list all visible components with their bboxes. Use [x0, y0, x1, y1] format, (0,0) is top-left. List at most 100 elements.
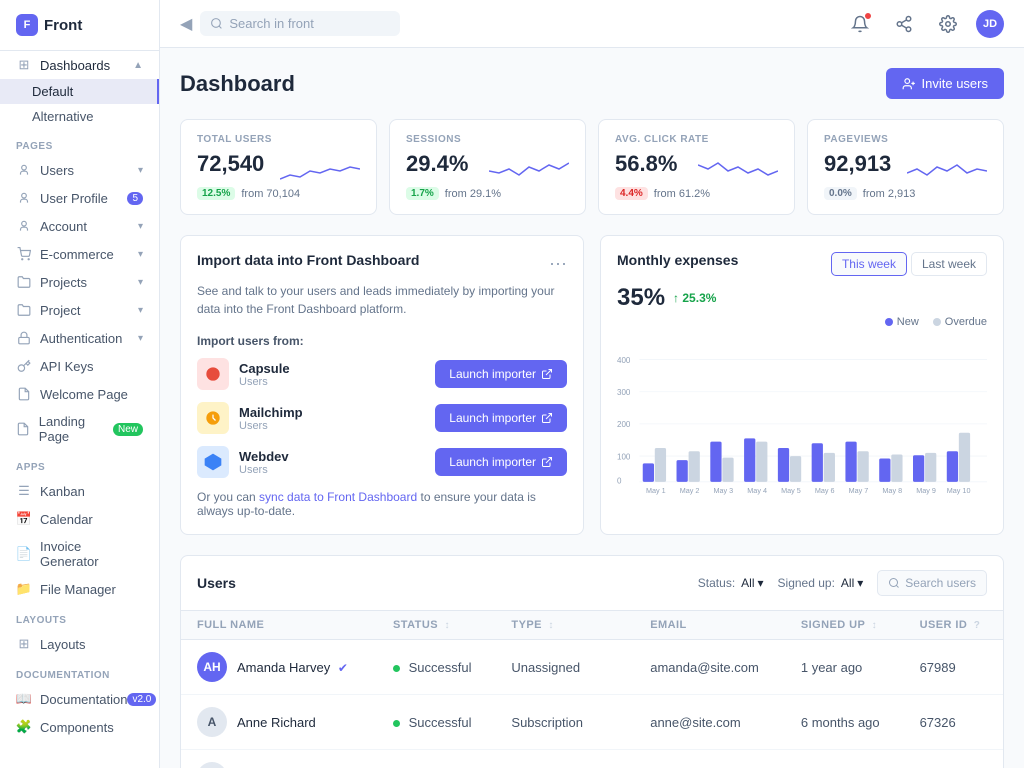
- sidebar-item-users[interactable]: Users ▾: [0, 156, 159, 184]
- users-table: FULL NAME STATUS ↕ TYPE ↕ EMAIL: [181, 611, 1003, 768]
- sidebar-sub-default[interactable]: Default: [0, 79, 159, 104]
- sidebar-item-api-keys[interactable]: API Keys: [0, 352, 159, 380]
- calendar-icon: 📅: [16, 511, 32, 527]
- table-row: AH Amanda Harvey ✔ Successful Unass: [181, 640, 1003, 695]
- status-filter[interactable]: All ▾: [741, 576, 763, 590]
- launch-mailchimp-button[interactable]: Launch importer: [435, 404, 567, 432]
- expenses-percentage: 35% ↑ 25.3%: [617, 284, 987, 312]
- invite-icon: [902, 77, 916, 91]
- legend-new-dot: [885, 318, 893, 326]
- notifications-button[interactable]: [844, 8, 876, 40]
- share-button[interactable]: [888, 8, 920, 40]
- expenses-badge: ↑ 25.3%: [673, 291, 716, 305]
- stat-badge: 12.5%: [197, 187, 235, 200]
- signed-up-filter[interactable]: All ▾: [841, 576, 863, 590]
- chevron-down-icon: ▾: [758, 576, 764, 590]
- expenses-card: Monthly expenses This week Last week 35%…: [600, 235, 1004, 535]
- sidebar-item-landing[interactable]: Landing Page New: [0, 408, 159, 450]
- invite-users-button[interactable]: Invite users: [886, 68, 1004, 99]
- svg-text:0: 0: [617, 476, 622, 485]
- sort-icon: ↕: [445, 620, 450, 631]
- avatar[interactable]: JD: [976, 10, 1004, 38]
- section-apps-label: APPS: [0, 450, 159, 477]
- avatar: A: [197, 707, 227, 737]
- users-filters: Status: All ▾ Signed up: All ▾: [698, 570, 987, 596]
- capsule-icon: [197, 358, 229, 390]
- chevron-icon-ecommerce: ▾: [138, 249, 143, 260]
- stat-value: 72,540: [197, 151, 264, 177]
- table-row: DH David Harrison Overdue Non-subscripti…: [181, 750, 1003, 768]
- sidebar-item-account[interactable]: Account ▾: [0, 212, 159, 240]
- collapse-sidebar-button[interactable]: ◀: [180, 14, 192, 34]
- external-link-icon: [541, 368, 553, 380]
- welcome-icon: [16, 386, 32, 402]
- webdev-icon: [197, 446, 229, 478]
- sidebar-item-ecommerce[interactable]: E-commerce ▾: [0, 240, 159, 268]
- sidebar-item-authentication[interactable]: Authentication ▾: [0, 324, 159, 352]
- launch-capsule-button[interactable]: Launch importer: [435, 360, 567, 388]
- search-box[interactable]: Search in front: [200, 11, 400, 36]
- notification-dot: [864, 12, 872, 20]
- sidebar-item-calendar[interactable]: 📅 Calendar: [0, 505, 159, 533]
- sidebar-item-project[interactable]: Project ▾: [0, 296, 159, 324]
- logo-text: Front: [44, 17, 82, 34]
- sync-text: Or you can sync data to Front Dashboard …: [197, 490, 567, 518]
- external-link-icon: [541, 412, 553, 424]
- last-week-tab[interactable]: Last week: [911, 252, 987, 276]
- stat-card-pageviews: PAGEVIEWS 92,913 0.0% from 2,913: [807, 119, 1004, 215]
- mini-chart-click: [698, 151, 778, 187]
- svg-text:May 5: May 5: [781, 486, 801, 495]
- table-row: A Anne Richard Successful Subscription a…: [181, 695, 1003, 750]
- topbar-left: ◀ Search in front: [180, 11, 400, 36]
- sidebar-item-dashboards[interactable]: ⊞ Dashboards ▲: [0, 51, 159, 79]
- sync-link[interactable]: sync data to Front Dashboard: [259, 490, 417, 504]
- col-signed-up[interactable]: SIGNED UP ↕: [785, 611, 904, 640]
- status-dot: [393, 720, 400, 727]
- sidebar-item-file-manager[interactable]: 📁 File Manager: [0, 575, 159, 603]
- sidebar-item-components[interactable]: 🧩 Components: [0, 713, 159, 741]
- search-users-icon: [888, 577, 900, 589]
- main-area: ◀ Search in front JD Dashboard: [160, 0, 1024, 768]
- sidebar-item-user-profile[interactable]: User Profile 5: [0, 184, 159, 212]
- import-row-mailchimp: Mailchimp Users Launch importer: [197, 402, 567, 434]
- sidebar-item-kanban[interactable]: ☰ Kanban: [0, 477, 159, 505]
- this-week-tab[interactable]: This week: [831, 252, 907, 276]
- sort-icon: ↕: [548, 620, 553, 631]
- search-users-input[interactable]: Search users: [877, 570, 987, 596]
- import-card: Import data into Front Dashboard ⋯ See a…: [180, 235, 584, 535]
- logo[interactable]: F Front: [0, 0, 159, 51]
- sidebar-item-projects[interactable]: Projects ▾: [0, 268, 159, 296]
- svg-text:May 8: May 8: [882, 486, 902, 495]
- sidebar-item-docs[interactable]: 📖 Documentation v2.0: [0, 685, 159, 713]
- topbar-right: JD: [844, 8, 1004, 40]
- col-full-name[interactable]: FULL NAME: [181, 611, 377, 640]
- sidebar-sub-alternative[interactable]: Alternative: [0, 104, 159, 129]
- sidebar-item-invoice[interactable]: 📄 Invoice Generator: [0, 533, 159, 575]
- user-profile-icon: [16, 190, 32, 206]
- sidebar-item-layouts[interactable]: ⊞ Layouts: [0, 630, 159, 658]
- account-icon: [16, 218, 32, 234]
- landing-badge: New: [113, 423, 143, 436]
- stat-badge: 0.0%: [824, 187, 857, 200]
- stat-badge: 1.7%: [406, 187, 439, 200]
- import-description: See and talk to your users and leads imm…: [197, 282, 567, 318]
- import-row-webdev: Webdev Users Launch importer: [197, 446, 567, 478]
- svg-text:May 3: May 3: [714, 486, 734, 495]
- launch-webdev-button[interactable]: Launch importer: [435, 448, 567, 476]
- stat-value: 29.4%: [406, 151, 468, 177]
- settings-button[interactable]: [932, 8, 964, 40]
- section-docs-label: DOCUMENTATION: [0, 658, 159, 685]
- col-type[interactable]: TYPE ↕: [495, 611, 634, 640]
- col-email[interactable]: EMAIL: [634, 611, 785, 640]
- file-icon: 📁: [16, 581, 32, 597]
- two-col-section: Import data into Front Dashboard ⋯ See a…: [180, 235, 1004, 535]
- sidebar-item-welcome[interactable]: Welcome Page: [0, 380, 159, 408]
- layouts-icon: ⊞: [16, 636, 32, 652]
- mini-chart-pageviews: [907, 151, 987, 187]
- user-profile-badge: 5: [127, 192, 143, 205]
- external-link-icon: [541, 456, 553, 468]
- more-options-button[interactable]: ⋯: [549, 254, 567, 275]
- sort-icon: ?: [974, 620, 981, 631]
- col-status[interactable]: STATUS ↕: [377, 611, 495, 640]
- col-user-id[interactable]: USER ID ?: [904, 611, 1003, 640]
